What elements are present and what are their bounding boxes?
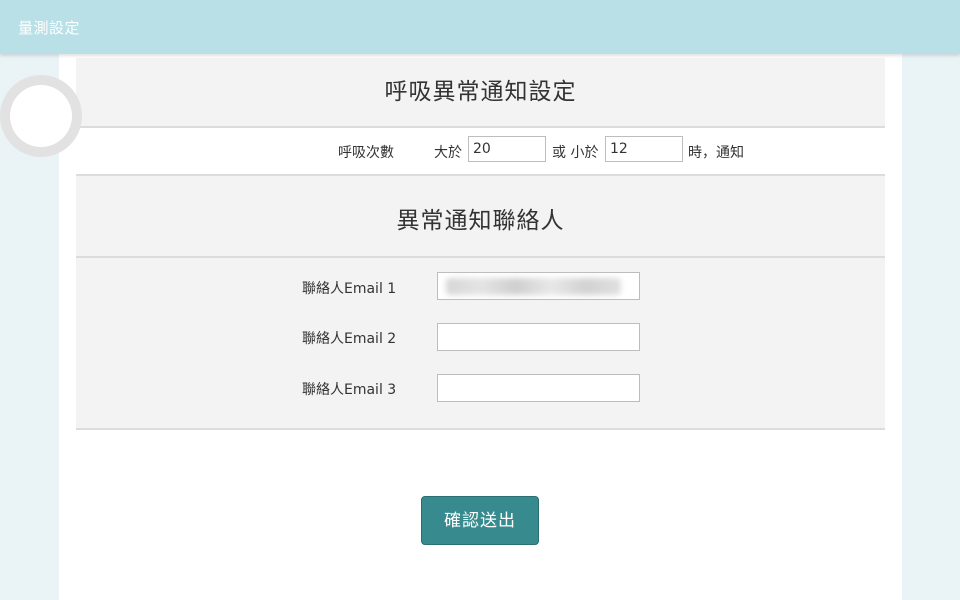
breathing-rate-label: 呼吸次數 <box>338 145 394 161</box>
less-than-label: 或 小於 <box>552 145 599 161</box>
contact-email-3-input[interactable] <box>437 374 640 402</box>
contacts-section-header: 異常通知聯絡人 <box>76 176 885 258</box>
profile-avatar[interactable] <box>0 75 82 157</box>
notify-suffix-label: 時，通知 <box>688 145 744 161</box>
submit-button[interactable]: 確認送出 <box>421 496 539 545</box>
contacts-form: 聯絡人Email 1 聯絡人Email 2 聯絡人Email 3 <box>76 258 885 430</box>
avatar-image <box>10 85 72 147</box>
breathing-threshold-row: 呼吸次數 大於 20 或 小於 12 時，通知 <box>76 128 885 176</box>
breathing-section-header: 呼吸異常通知設定 <box>76 58 885 128</box>
contacts-section-title: 異常通知聯絡人 <box>396 208 565 234</box>
greater-than-label: 大於 <box>434 145 462 161</box>
contact-email-1-input[interactable] <box>437 272 640 300</box>
breathing-section-title: 呼吸異常通知設定 <box>384 79 577 105</box>
redacted-email-value <box>446 278 621 295</box>
upper-threshold-input[interactable]: 20 <box>468 136 546 162</box>
app-title: 量測設定 <box>18 19 81 37</box>
contact-email-2-input[interactable] <box>437 323 640 351</box>
contact-email-1-label: 聯絡人Email 1 <box>302 281 397 297</box>
contact-email-3-label: 聯絡人Email 3 <box>302 382 397 398</box>
contact-email-2-label: 聯絡人Email 2 <box>302 331 397 347</box>
lower-threshold-input[interactable]: 12 <box>605 136 683 162</box>
top-bar: 量測設定 <box>0 0 960 54</box>
